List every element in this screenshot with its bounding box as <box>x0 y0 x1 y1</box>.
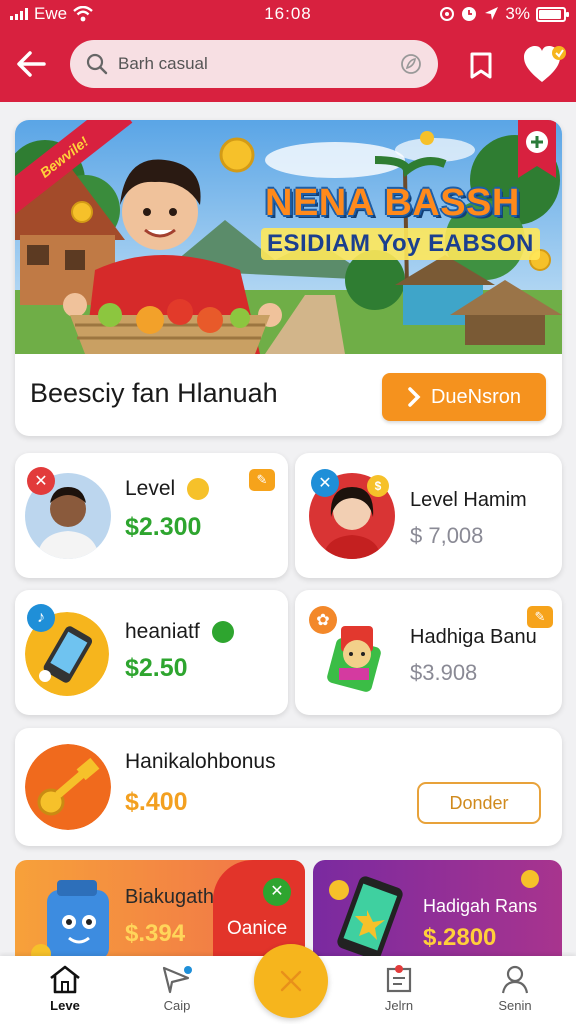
nav-item-caip[interactable]: Caip <box>142 964 212 1013</box>
level-hamim-card[interactable]: ✕ $ Level Hamim $ 7,008 <box>295 453 562 578</box>
leaf-icon[interactable] <box>400 53 422 75</box>
key-product-image <box>25 744 111 830</box>
robot-mascot-image <box>31 880 109 964</box>
arrow-left-icon <box>17 51 46 77</box>
favorites-button[interactable] <box>522 44 568 86</box>
profile-icon <box>501 965 529 994</box>
nav-item-home[interactable]: Leve <box>30 964 100 1013</box>
running-icon: ✕ <box>27 467 55 495</box>
tile-price: $ 7,008 <box>410 523 484 548</box>
music-note-icon: ♪ <box>27 604 55 632</box>
tile-title: Level Hamim <box>410 489 527 511</box>
app-header: Ewe 16:08 3% Barh casual <box>0 0 576 102</box>
bookmark-button[interactable] <box>466 50 496 80</box>
heart-icon <box>524 46 566 82</box>
sync-icon <box>440 7 455 21</box>
tile-title: Hanikalohbonus <box>125 750 276 773</box>
banner-action-button[interactable]: DueNsron <box>382 373 546 421</box>
hadhiga-banu-card[interactable]: ✿ ✎ Hadhiga Banu $3.908 <box>295 590 562 715</box>
search-icon <box>86 53 108 75</box>
promo-card-hadigah[interactable]: Hadigah Rans $.2800 <box>313 860 562 970</box>
center-action-button[interactable] <box>254 944 328 1018</box>
location-arrow-icon <box>485 7 499 20</box>
bonus-card[interactable]: Hanikalohbonus $.400 Donder <box>15 728 562 846</box>
banner-action-label: DueNsron <box>430 385 522 408</box>
nav-label: Caip <box>163 998 191 1013</box>
nav-item-jelrn[interactable]: Jelrn <box>364 964 434 1013</box>
phone-promo-image <box>329 876 403 960</box>
battery-icon <box>536 6 569 22</box>
banner-title: NENA BASSH <box>265 182 520 224</box>
tile-title: Level <box>125 477 176 500</box>
calendar-icon <box>386 965 412 993</box>
bookmark-badge-icon <box>518 120 556 178</box>
nav-item-senin[interactable]: Senin <box>480 964 550 1013</box>
tile-title: heaniatf <box>125 620 200 643</box>
donate-button[interactable]: Donder <box>417 782 541 824</box>
back-button[interactable] <box>14 48 50 80</box>
tile-title: Hadhiga Banu <box>410 626 537 648</box>
close-icon[interactable]: ✕ <box>263 878 291 906</box>
close-icon <box>280 970 302 992</box>
chevron-right-icon <box>408 387 421 407</box>
promo-title: Hadigah Rans <box>423 896 538 916</box>
alarm-icon <box>462 7 477 21</box>
tile-price: $2.50 <box>125 654 188 682</box>
banner-subtitle: ESIDIAM Yoy EABSON <box>261 228 540 260</box>
close-icon[interactable]: ✕ <box>311 469 339 497</box>
tile-price: $3.908 <box>410 660 478 685</box>
home-icon <box>50 965 80 994</box>
promo-card-biakugath[interactable]: Biakugath $.394 ✕ Oanice <box>15 860 305 970</box>
paper-plane-icon <box>162 966 192 994</box>
settings-icon: ✿ <box>309 606 337 634</box>
nav-label: Senin <box>498 998 532 1013</box>
promo-badge-label: Oanice <box>227 918 288 939</box>
promo-price: $.394 <box>125 920 186 947</box>
tile-price: $.400 <box>125 788 188 816</box>
search-input[interactable]: Barh casual <box>118 54 400 74</box>
banner-caption: Beesciy fan Hlanuah <box>30 378 278 408</box>
nav-label: Jelrn <box>384 998 414 1013</box>
bookmark-icon <box>470 52 492 79</box>
status-bar: Ewe 16:08 3% <box>0 0 576 28</box>
featured-banner-card[interactable]: Bewvile! NENA BASSH ESIDIAM Yoy EABSON B… <box>15 120 562 436</box>
edit-tag-icon[interactable]: ✎ <box>249 469 275 491</box>
banner-image: Bewvile! NENA BASSH ESIDIAM Yoy EABSON <box>15 120 562 354</box>
heaniatf-card[interactable]: ♪ heaniatf $2.50 <box>15 590 288 715</box>
tile-price: $2.300 <box>125 513 202 541</box>
coin-icon: $ <box>367 475 389 497</box>
level-card[interactable]: ✕ ✎ Level $2.300 <box>15 453 288 578</box>
promo-price: $.2800 <box>423 924 497 951</box>
coin-icon <box>521 870 539 888</box>
promo-title: Biakugath <box>125 886 214 908</box>
gear-badge-icon <box>211 621 234 644</box>
star-badge-icon <box>187 478 210 501</box>
edit-tag-icon[interactable]: ✎ <box>527 606 553 628</box>
battery-percent: 3% <box>505 4 530 23</box>
nav-label: Leve <box>50 998 80 1013</box>
search-bar[interactable]: Barh casual <box>70 40 438 88</box>
